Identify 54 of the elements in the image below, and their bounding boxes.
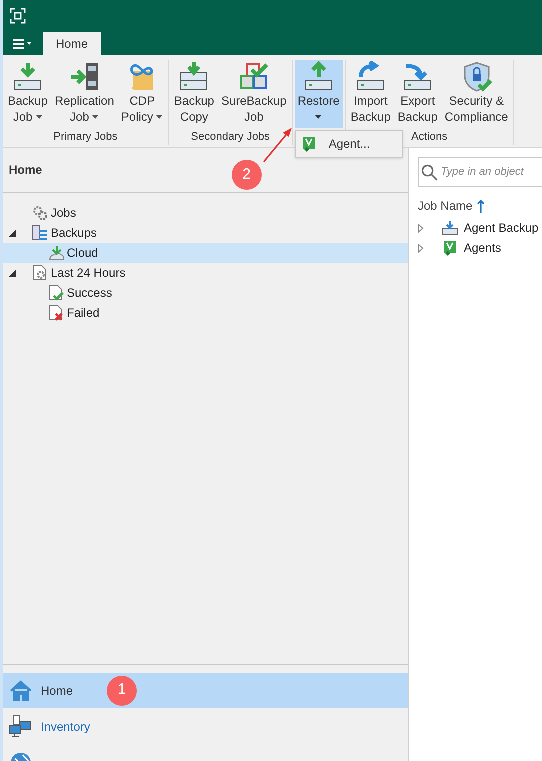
- group-label: Secondary Jobs: [191, 131, 270, 143]
- column-header[interactable]: Job Name: [418, 197, 473, 215]
- ribbon-button[interactable]: Import Backup: [348, 60, 394, 128]
- menu-item[interactable]: Agent...: [296, 132, 401, 156]
- backup-server-icon: [12, 61, 44, 93]
- collapsed-arrow-icon[interactable]: [418, 244, 424, 252]
- document-check-icon: [48, 285, 64, 301]
- home-icon: [9, 678, 33, 702]
- group-label: Primary Jobs: [54, 131, 118, 143]
- table-row[interactable]: Agent Backup: [418, 218, 542, 238]
- tree-item[interactable]: Last 24 Hours: [3, 263, 408, 283]
- replication-server-icon: [68, 61, 101, 93]
- ribbon-button[interactable]: CDP Policy: [118, 60, 166, 128]
- tree-item[interactable]: Cloud: [3, 243, 408, 263]
- gears-icon: [32, 205, 48, 221]
- server-download-icon: [442, 220, 458, 236]
- document-cross-icon: [48, 305, 64, 321]
- table-row[interactable]: Agents: [418, 238, 542, 258]
- panel-title: Home: [9, 162, 42, 179]
- document-gear-icon: [32, 265, 48, 281]
- sort-ascending-icon: [476, 200, 485, 212]
- ribbon-button[interactable]: Replication Job: [52, 60, 118, 128]
- expanded-arrow-icon[interactable]: [9, 230, 16, 236]
- restore-server-icon: [302, 61, 335, 93]
- ribbon-tab[interactable]: Home: [43, 32, 102, 55]
- agent-icon: [442, 240, 458, 256]
- import-server-icon: [354, 61, 387, 93]
- tree-item[interactable]: Backups: [3, 223, 408, 243]
- expanded-arrow-icon[interactable]: [9, 270, 16, 276]
- tree-item[interactable]: Success: [3, 283, 408, 303]
- search-field[interactable]: Type in an object: [418, 157, 542, 187]
- group-label: Actions: [412, 131, 448, 143]
- step-badge: 2: [232, 160, 262, 190]
- tree-item[interactable]: Failed: [3, 303, 408, 323]
- export-server-icon: [402, 61, 434, 93]
- backup-list-icon: [32, 225, 48, 241]
- ribbon-button[interactable]: SureBackup Job: [218, 60, 290, 128]
- ribbon-button[interactable]: Backup Job: [5, 60, 52, 128]
- ribbon-button[interactable]: Restore: [294, 60, 343, 128]
- collapsed-arrow-icon[interactable]: [418, 224, 424, 232]
- ribbon-button[interactable]: Backup Copy: [171, 60, 218, 128]
- navigation-item[interactable]: Home 1: [3, 673, 408, 708]
- app-logo-icon: [10, 8, 26, 24]
- ribbon-button[interactable]: Security & Compliance: [442, 60, 512, 128]
- tree-item[interactable]: Jobs: [3, 203, 408, 223]
- step-badge: 1: [107, 676, 138, 706]
- navigation-item[interactable]: Inventory: [3, 709, 408, 744]
- search-icon: [421, 164, 438, 181]
- menu-icon: [13, 38, 33, 48]
- ribbon-button[interactable]: Export Backup: [394, 60, 441, 128]
- computers-icon: [9, 714, 33, 738]
- backup-copy-icon: [178, 61, 210, 93]
- agent-icon: [300, 136, 317, 152]
- cloud-download-icon: [48, 245, 64, 261]
